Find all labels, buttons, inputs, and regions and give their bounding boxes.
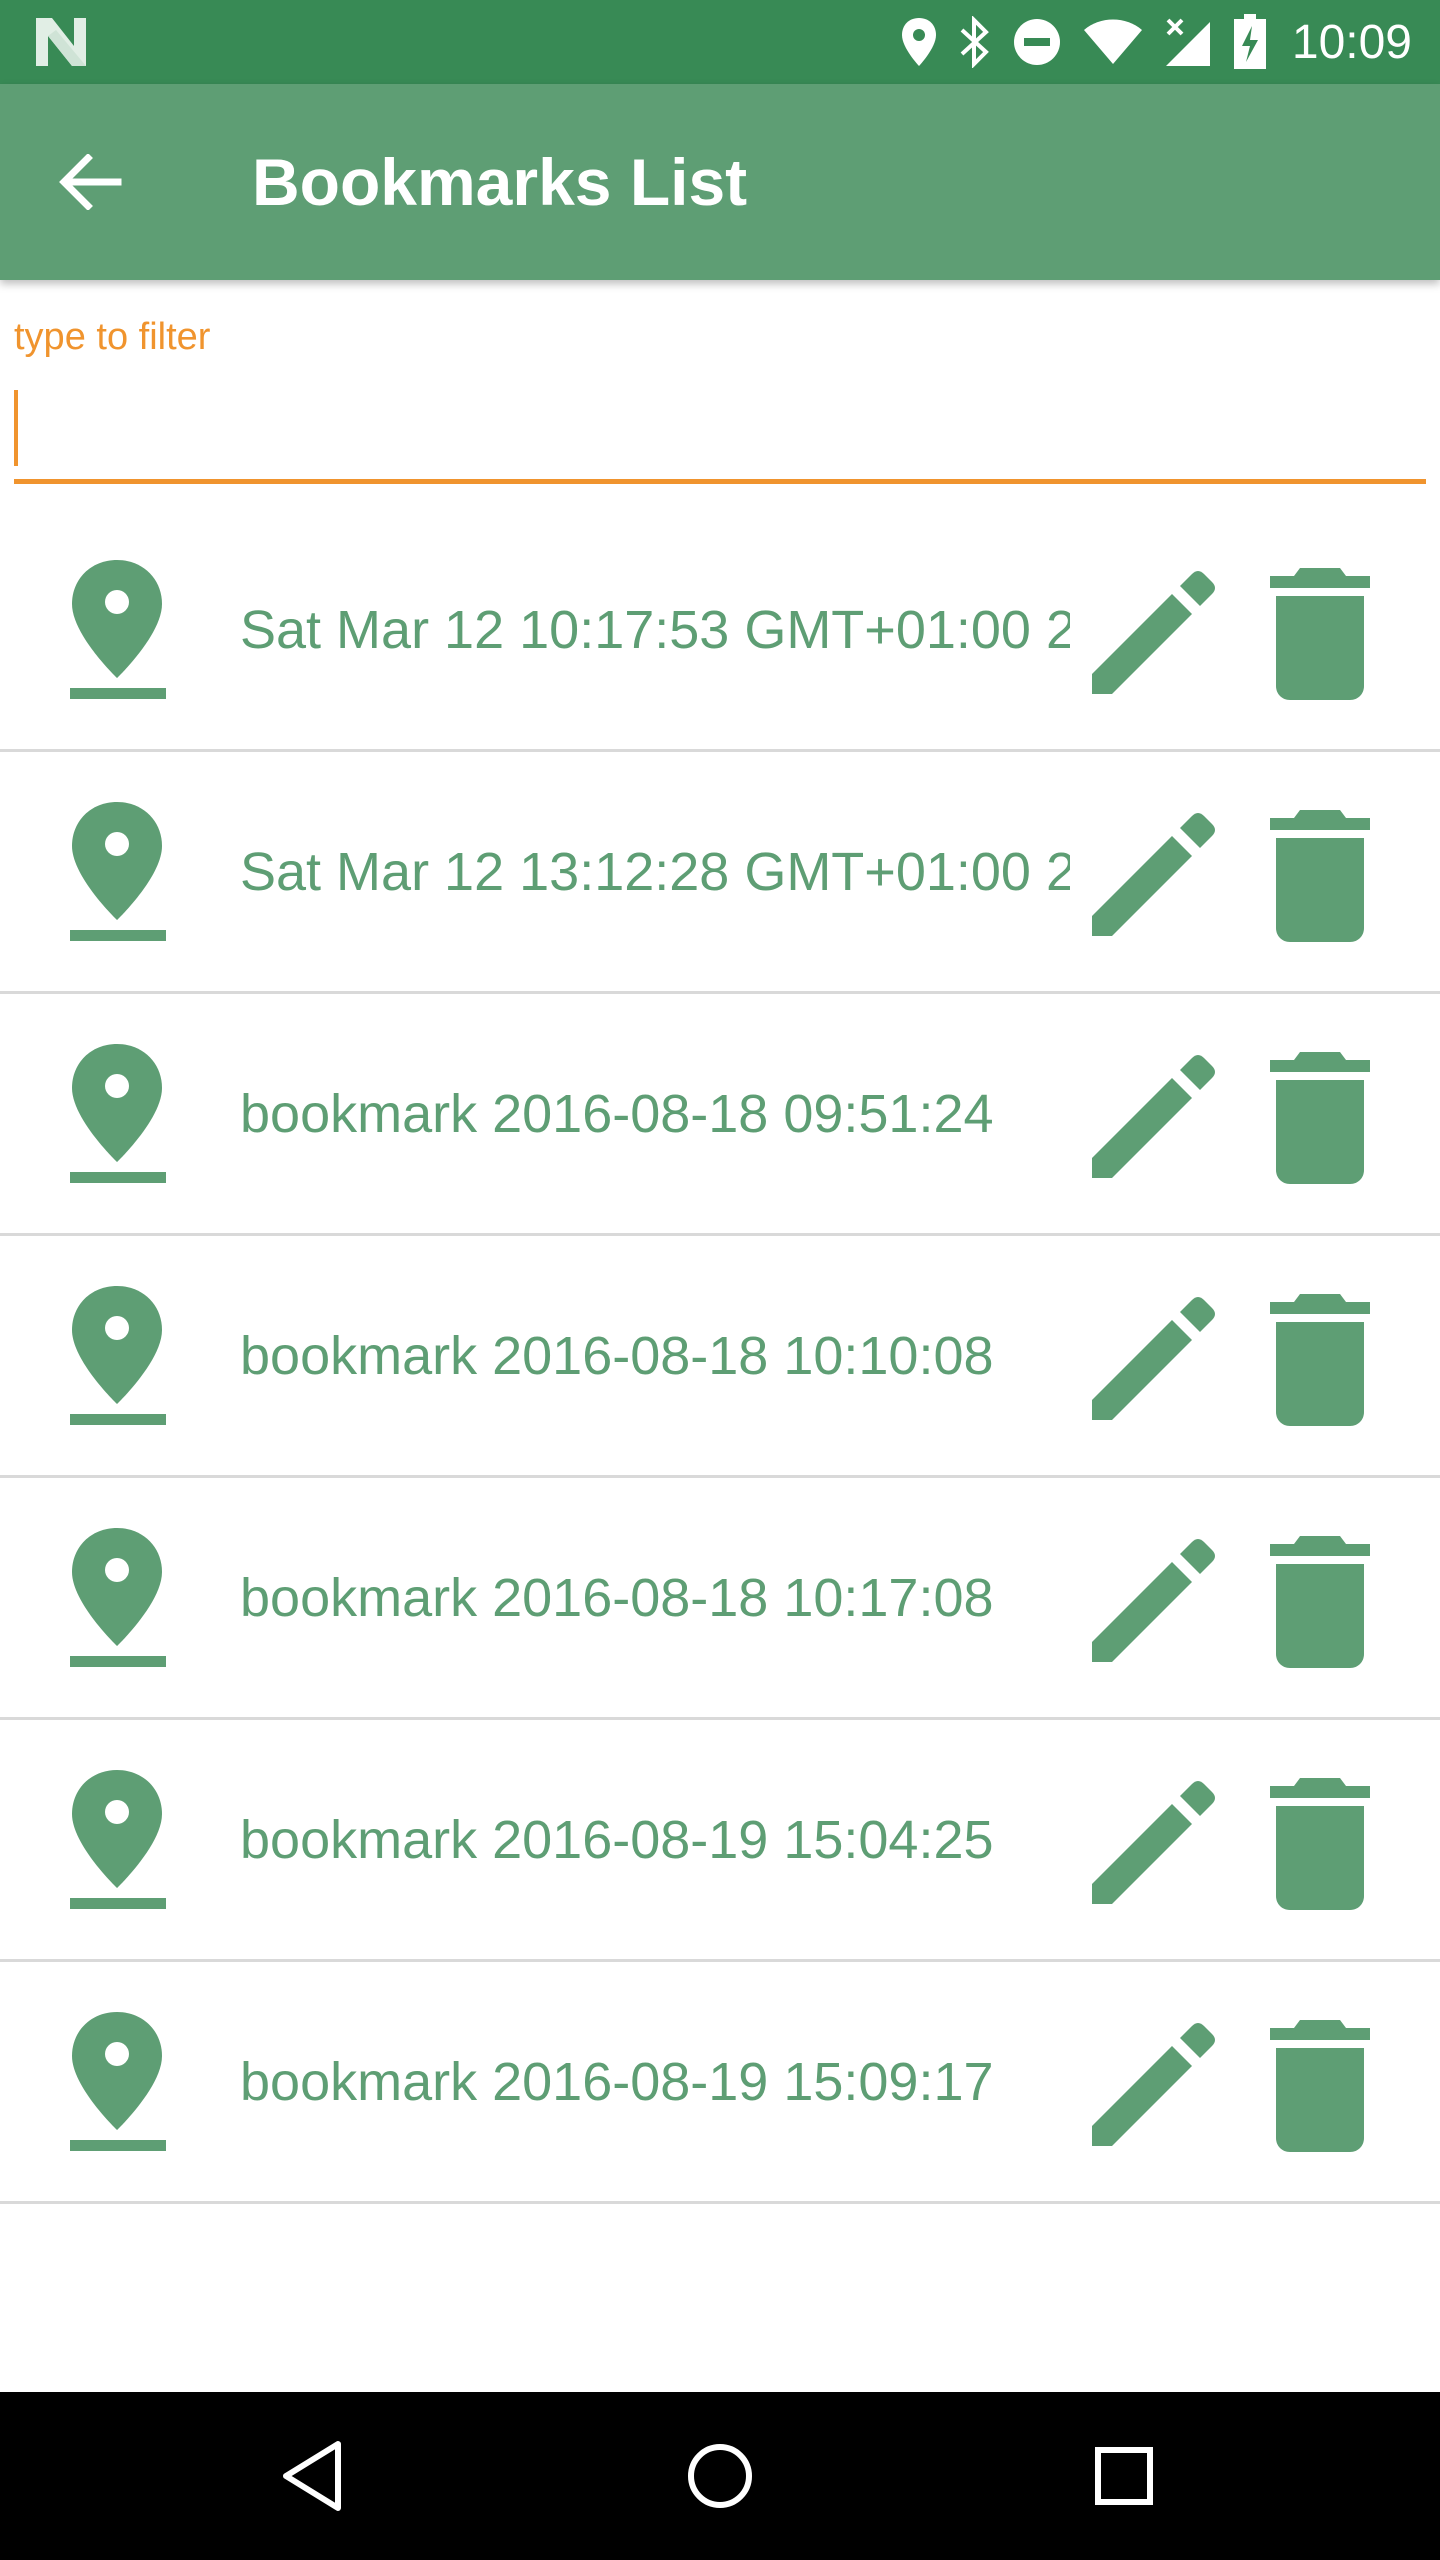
home-circle-icon[interactable]: [678, 2434, 762, 2518]
text-cursor: [14, 390, 18, 466]
edit-button[interactable]: [1080, 1288, 1220, 1428]
location-icon: [901, 18, 936, 66]
bookmark-label: bookmark 2016-08-19 15:04:25: [240, 1810, 994, 1870]
delete-button[interactable]: [1260, 1288, 1380, 1428]
place-pin-icon: [70, 2012, 166, 2151]
app-bar: Bookmarks List: [0, 84, 1440, 280]
back-button[interactable]: [50, 142, 130, 222]
place-pin-icon: [70, 1528, 166, 1667]
edit-button[interactable]: [1080, 1046, 1220, 1186]
edit-button[interactable]: [1080, 1530, 1220, 1670]
bookmark-label: Sat Mar 12 13:12:28 GMT+01:00 2016: [240, 842, 1070, 902]
back-triangle-icon[interactable]: [272, 2434, 356, 2518]
list-item[interactable]: bookmark 2016-08-18 10:10:08: [0, 1236, 1440, 1478]
delete-button[interactable]: [1260, 1530, 1380, 1670]
place-pin-icon: [70, 1044, 166, 1183]
list-item[interactable]: bookmark 2016-08-19 15:04:25: [0, 1720, 1440, 1962]
filter-input[interactable]: [14, 384, 1426, 484]
bookmark-label: bookmark 2016-08-18 10:17:08: [240, 1568, 994, 1628]
bookmark-label: bookmark 2016-08-19 15:09:17: [240, 2052, 994, 2112]
delete-button[interactable]: [1260, 804, 1380, 944]
delete-button[interactable]: [1260, 2014, 1380, 2154]
place-pin-icon: [70, 1286, 166, 1425]
place-pin-icon: [70, 802, 166, 941]
delete-button[interactable]: [1260, 1772, 1380, 1912]
bookmark-label: bookmark 2016-08-18 09:51:24: [240, 1084, 994, 1144]
filter-label: type to filter: [14, 316, 211, 358]
status-time: 10:09: [1291, 15, 1412, 69]
battery-charging-icon: [1233, 14, 1266, 69]
bluetooth-icon: [960, 16, 989, 68]
list-item[interactable]: bookmark 2016-08-18 10:17:08: [0, 1478, 1440, 1720]
list-item[interactable]: bookmark 2016-08-18 09:51:24: [0, 994, 1440, 1236]
edit-button[interactable]: [1080, 562, 1220, 702]
place-pin-icon: [70, 560, 166, 699]
status-icons: 10:09: [900, 0, 1412, 84]
delete-button[interactable]: [1260, 562, 1380, 702]
bookmark-label: bookmark 2016-08-18 10:10:08: [240, 1326, 994, 1386]
list-item[interactable]: Sat Mar 12 10:17:53 GMT+01:00 2016: [0, 510, 1440, 752]
edit-button[interactable]: [1080, 1772, 1220, 1912]
do-not-disturb-icon: [1013, 19, 1060, 65]
recents-square-icon[interactable]: [1082, 2434, 1166, 2518]
signal-no-data-icon: [1165, 18, 1210, 66]
wifi-icon: [1083, 19, 1142, 64]
bookmark-label: Sat Mar 12 10:17:53 GMT+01:00 2016: [240, 600, 1070, 660]
arrow-back-icon: [59, 154, 122, 210]
navigation-bar: [0, 2392, 1440, 2560]
bookmark-list: Sat Mar 12 10:17:53 GMT+01:00 2016 Sat M…: [0, 510, 1440, 2204]
delete-button[interactable]: [1260, 1046, 1380, 1186]
list-item[interactable]: Sat Mar 12 13:12:28 GMT+01:00 2016: [0, 752, 1440, 994]
status-bar: 10:09: [0, 0, 1440, 84]
filter-field: type to filter: [14, 310, 1426, 490]
place-pin-icon: [70, 1770, 166, 1909]
page-title: Bookmarks List: [252, 145, 748, 219]
list-item[interactable]: bookmark 2016-08-19 15:09:17: [0, 1962, 1440, 2204]
edit-button[interactable]: [1080, 804, 1220, 944]
notification-n-icon: [34, 16, 88, 68]
edit-button[interactable]: [1080, 2014, 1220, 2154]
